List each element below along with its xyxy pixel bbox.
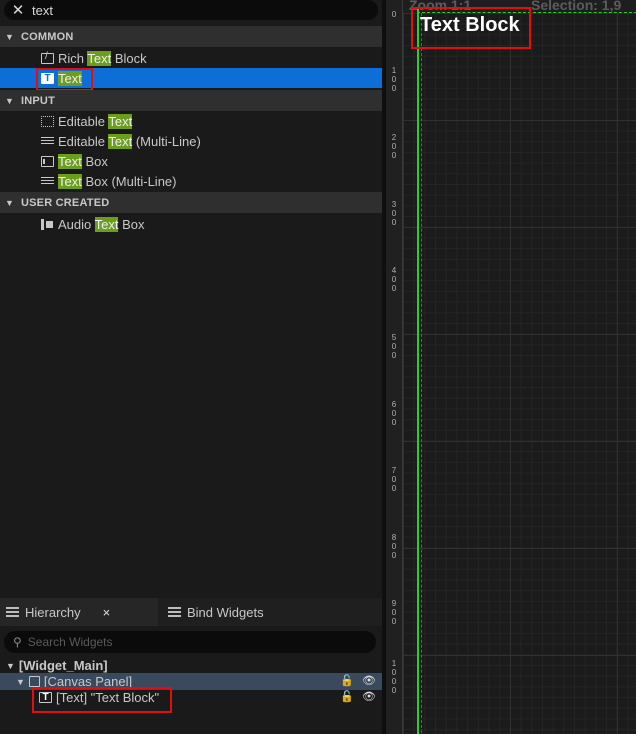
tab-label: Hierarchy — [25, 604, 81, 620]
canvas-dashed-guide — [421, 13, 422, 734]
palette-panel: ✕ text ▼ COMMON Rich Text Block T Text ▼… — [0, 0, 382, 734]
category-user-created[interactable]: ▼ USER CREATED — [0, 192, 382, 213]
annotation-box-text-block — [411, 7, 531, 49]
category-label: COMMON — [21, 30, 74, 43]
palette-item-editable-text-multiline[interactable]: Editable Text (Multi-Line) — [0, 131, 382, 151]
search-placeholder: Search Widgets — [27, 635, 113, 649]
item-label: Box — [118, 216, 145, 232]
rich-text-icon — [41, 51, 54, 64]
search-match-highlight: Text — [94, 216, 119, 232]
category-common[interactable]: ▼ COMMON — [0, 26, 382, 47]
ruler-label: 7 0 0 — [391, 466, 397, 493]
annotation-box-text-block-row — [32, 687, 172, 713]
ruler-label: 5 0 0 — [391, 333, 397, 360]
ruler-label: 9 0 0 — [391, 599, 397, 626]
unlock-icon[interactable]: 🔓 — [340, 690, 354, 703]
clear-search-icon[interactable]: ✕ — [10, 1, 26, 19]
canvas-edge-guide — [417, 8, 419, 734]
item-label: Audio — [58, 216, 95, 232]
close-tab-icon[interactable]: × — [103, 605, 111, 620]
ruler-label: 1 0 0 0 — [391, 659, 397, 695]
collapse-arrow-icon[interactable]: ▼ — [6, 661, 15, 671]
item-label: Editable — [58, 113, 109, 129]
category-input[interactable]: ▼ INPUT — [0, 90, 382, 111]
canvas-panel-icon — [28, 676, 40, 687]
palette-item-text-box[interactable]: Text Box — [0, 151, 382, 171]
item-label: (Multi-Line) — [132, 133, 201, 149]
item-label: Box (Multi-Line) — [81, 173, 177, 189]
audio-text-box-icon — [41, 218, 54, 230]
multiline-text-box-icon — [41, 176, 54, 187]
tree-row-widget-main[interactable]: ▼ [Widget_Main] — [0, 657, 382, 674]
ruler-label: 0 — [391, 10, 397, 19]
ruler-label: 3 0 0 — [391, 200, 397, 227]
tab-label: Bind Widgets — [187, 604, 264, 620]
tab-bind-widgets[interactable]: Bind Widgets — [162, 598, 292, 626]
visibility-eye-icon[interactable]: 👁 — [362, 674, 376, 687]
ruler-label: 6 0 0 — [391, 400, 397, 427]
search-icon: ⚲ — [13, 635, 22, 649]
ruler-label: 2 0 0 — [391, 133, 397, 160]
collapse-arrow-icon[interactable]: ▼ — [5, 32, 15, 42]
palette-search-field[interactable]: ✕ text — [4, 0, 378, 20]
category-label: USER CREATED — [21, 196, 110, 209]
unlock-icon[interactable]: 🔓 — [340, 674, 354, 687]
collapse-arrow-icon[interactable]: ▼ — [5, 96, 15, 106]
search-match-highlight: Text — [87, 50, 112, 66]
annotation-box-text-item — [36, 68, 93, 91]
category-label: INPUT — [21, 94, 55, 107]
bind-widgets-icon — [168, 607, 181, 617]
search-match-highlight: Text — [108, 113, 133, 129]
ruler-label: 4 0 0 — [391, 266, 397, 293]
palette-item-audio-text-box[interactable]: Audio Text Box — [0, 214, 382, 234]
vertical-ruler: 0 1 0 0 2 0 0 3 0 0 4 0 0 5 0 0 6 0 0 7 … — [386, 0, 403, 734]
item-label: Block — [111, 50, 147, 66]
designer-canvas-grid[interactable] — [403, 13, 636, 734]
item-label: Rich — [58, 50, 88, 66]
search-match-highlight: Text — [58, 173, 82, 189]
item-label: Box — [81, 153, 108, 169]
widget-search-input[interactable]: ⚲ Search Widgets — [4, 631, 376, 653]
visibility-eye-icon[interactable]: 👁 — [362, 690, 376, 703]
hierarchy-icon — [6, 607, 19, 617]
palette-search-value[interactable]: text — [32, 3, 53, 18]
ruler-label: 1 0 0 — [391, 66, 397, 93]
bottom-tab-bar: Hierarchy × Bind Widgets — [0, 598, 382, 626]
collapse-arrow-icon[interactable]: ▼ — [5, 198, 15, 208]
palette-item-rich-text-block[interactable]: Rich Text Block — [0, 48, 382, 68]
tab-hierarchy[interactable]: Hierarchy × — [0, 598, 158, 626]
collapse-arrow-icon[interactable]: ▼ — [16, 677, 25, 687]
ruler-label: 8 0 0 — [391, 533, 397, 560]
palette-item-editable-text[interactable]: Editable Text — [0, 111, 382, 131]
search-match-highlight: Text — [58, 153, 82, 169]
palette-item-text-box-multiline[interactable]: Text Box (Multi-Line) — [0, 171, 382, 191]
item-label: Editable — [58, 133, 109, 149]
search-match-highlight: Text — [108, 133, 133, 149]
designer-viewport[interactable]: Zoom 1:1 Selection: 1,9 0 1 0 0 2 0 0 3 … — [386, 0, 636, 734]
editable-text-icon — [41, 115, 54, 127]
text-box-icon — [41, 155, 54, 167]
multiline-text-icon — [41, 136, 54, 147]
tree-label: [Widget_Main] — [18, 658, 108, 673]
